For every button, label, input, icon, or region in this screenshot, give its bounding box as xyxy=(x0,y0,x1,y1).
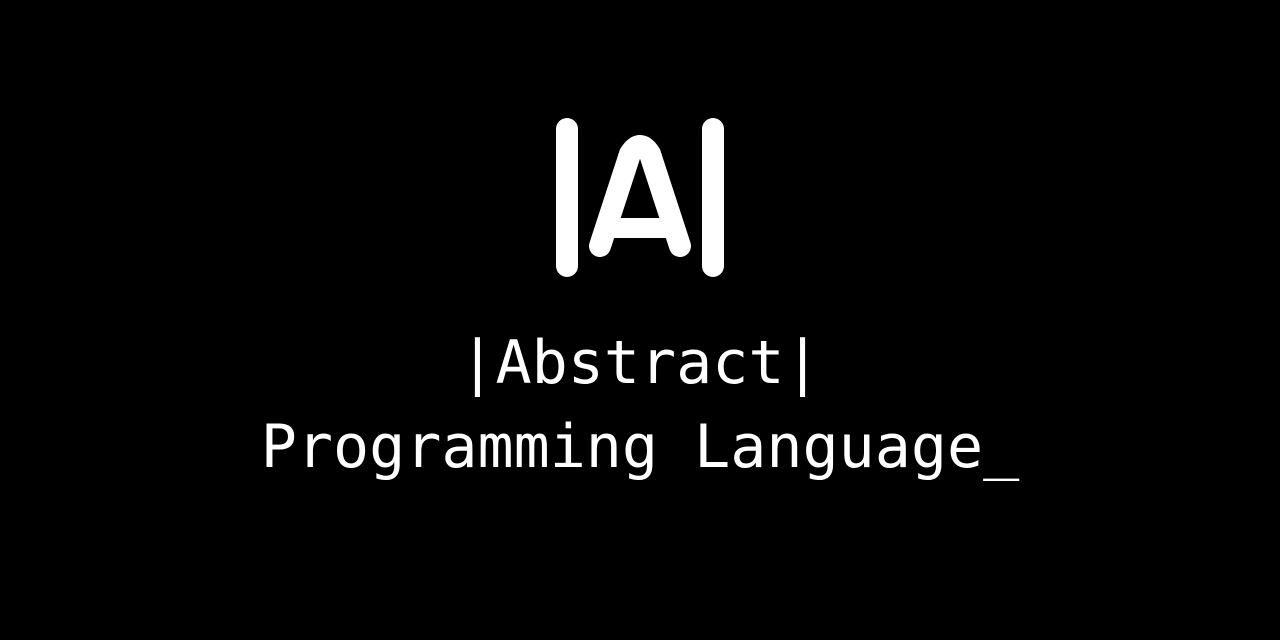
abstract-a-logo-icon xyxy=(556,118,724,277)
title-line-programming-language: Programming Language_ xyxy=(260,412,1020,482)
title-line-abstract: |Abstract| xyxy=(459,328,821,398)
banner: |Abstract| Programming Language_ xyxy=(0,0,1280,640)
